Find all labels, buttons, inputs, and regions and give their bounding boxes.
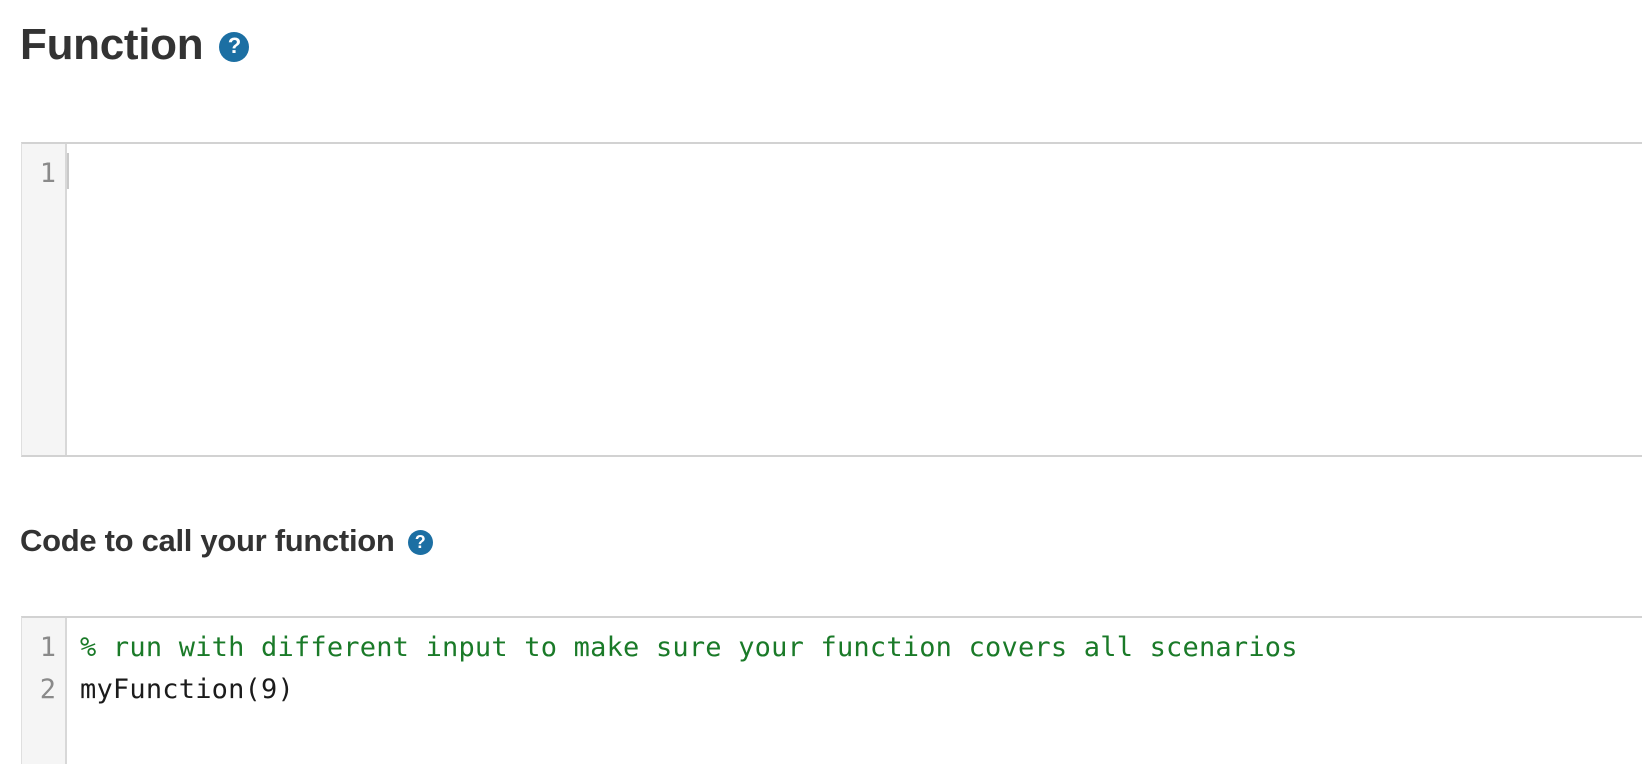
call-function-title-text: Code to call your function [20,523,395,558]
function-editor-page: Function ? 1 Code to call your function … [0,0,1642,764]
function-code-editor[interactable]: 1 [21,142,1642,457]
line-number: 1 [39,632,56,663]
call-code-editor[interactable]: 1 2 % run with different input to make s… [21,616,1642,764]
line-number: 2 [39,674,56,705]
text-caret [67,153,69,189]
help-icon-glyph: ? [414,531,426,552]
code-line-comment: % run with different input to make sure … [80,632,1298,663]
call-editor-content[interactable]: % run with different input to make sure … [67,618,1642,764]
help-circle-icon[interactable]: ? [219,32,250,62]
page-title-text: Function [20,20,204,69]
call-function-title: Code to call your function ? [20,518,433,564]
function-editor-gutter: 1 [22,144,67,455]
help-circle-icon[interactable]: ? [407,530,433,555]
code-line-call: myFunction(9) [80,674,294,705]
call-editor-gutter: 1 2 [22,618,67,764]
function-editor-content[interactable] [67,144,1642,455]
line-number: 1 [39,158,56,189]
help-icon-glyph: ? [227,33,241,58]
page-title: Function ? [20,18,250,72]
